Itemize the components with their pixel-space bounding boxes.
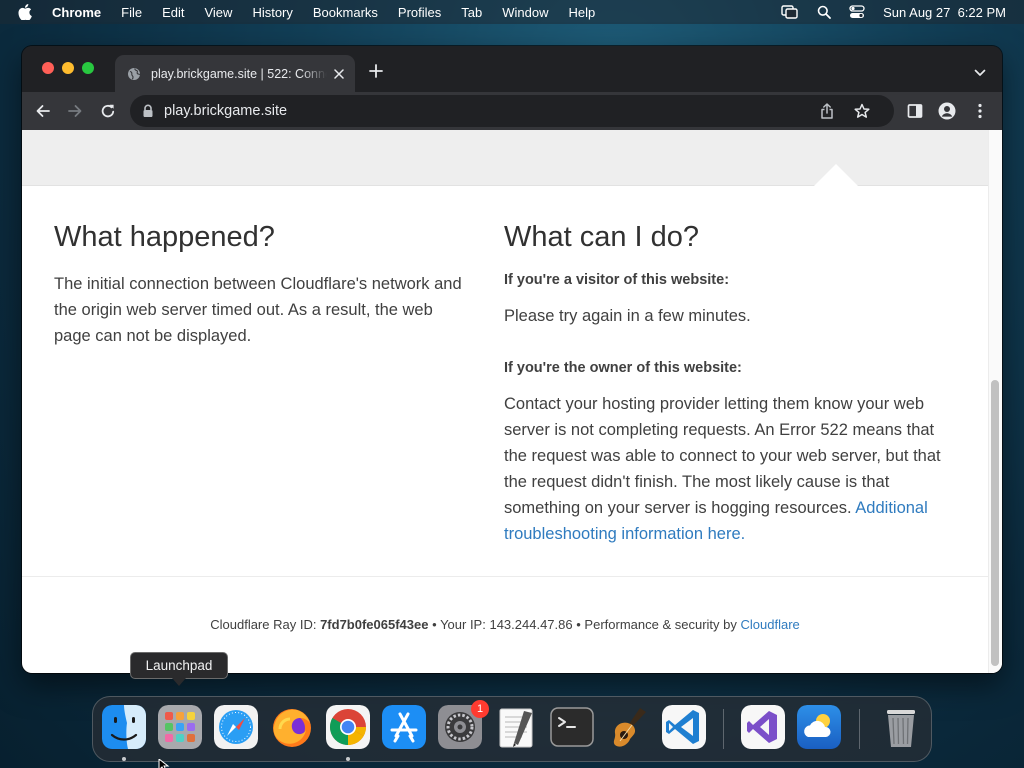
control-center-icon[interactable]	[849, 5, 865, 19]
dock-separator	[723, 709, 724, 749]
what-can-i-do-section: What can I do? If you're a visitor of th…	[504, 220, 944, 547]
ray-id-value: 7fd7b0fe065f43ee	[320, 617, 429, 632]
more-options-icon[interactable]	[971, 102, 989, 120]
finder-running-dot	[122, 757, 126, 761]
owner-text: Contact your hosting provider letting th…	[504, 391, 944, 547]
new-tab-icon[interactable]	[368, 63, 384, 79]
menu-view[interactable]: View	[204, 5, 232, 20]
footer-divider	[22, 576, 988, 577]
firefox-icon[interactable]	[270, 705, 314, 749]
back-icon[interactable]	[34, 102, 52, 120]
menu-bar-status-area: Sun Aug 27 6:22 PM	[781, 0, 1006, 24]
menu-bar: Chrome File Edit View History Bookmarks …	[0, 0, 1024, 24]
footer: Cloudflare Ray ID: 7fd7b0fe065f43ee • Yo…	[22, 617, 988, 632]
what-happened-text: The initial connection between Cloudflar…	[54, 275, 462, 345]
vs-code-icon[interactable]	[662, 705, 706, 749]
dock-separator	[859, 709, 860, 749]
app-store-icon[interactable]	[382, 705, 426, 749]
window-zoom-button[interactable]	[82, 62, 94, 74]
menu-edit[interactable]: Edit	[162, 5, 184, 20]
settings-notification-badge: 1	[471, 700, 489, 718]
finder-icon[interactable]	[102, 705, 146, 749]
menu-history[interactable]: History	[252, 5, 292, 20]
lock-icon[interactable]	[142, 104, 154, 118]
menu-profiles[interactable]: Profiles	[398, 5, 441, 20]
screen-mirroring-icon[interactable]	[781, 5, 799, 19]
performance-label: Performance & security by	[584, 617, 737, 632]
tab-strip: play.brickgame.site | 522: Connection ti…	[22, 46, 1002, 92]
menu-window[interactable]: Window	[502, 5, 548, 20]
menu-bar-clock[interactable]: Sun Aug 27 6:22 PM	[883, 5, 1006, 20]
menu-bookmarks[interactable]: Bookmarks	[313, 5, 378, 20]
bookmark-star-icon[interactable]	[854, 103, 870, 124]
safari-icon[interactable]	[214, 705, 258, 749]
footer-separator: •	[576, 617, 581, 632]
chrome-running-dot	[346, 757, 350, 761]
launchpad-tooltip: Launchpad	[130, 652, 228, 679]
window-minimize-button[interactable]	[62, 62, 74, 74]
tab-active[interactable]: play.brickgame.site | 522: Connection ti…	[115, 55, 355, 92]
launchpad-icon[interactable]	[158, 705, 202, 749]
terminal-icon[interactable]	[550, 705, 594, 749]
menu-app-name[interactable]: Chrome	[52, 5, 101, 20]
apple-menu-icon[interactable]	[18, 4, 36, 20]
weather-icon[interactable]	[797, 705, 841, 749]
side-panel-icon[interactable]	[906, 102, 924, 120]
garageband-icon[interactable]	[606, 705, 650, 749]
visual-studio-icon[interactable]	[741, 705, 785, 749]
cloudflare-link[interactable]: Cloudflare	[741, 617, 800, 632]
ip-label: Your IP:	[440, 617, 486, 632]
spotlight-search-icon[interactable]	[817, 5, 832, 19]
chrome-icon[interactable]	[326, 705, 370, 749]
dock: 1	[92, 696, 932, 762]
ip-value: 143.244.47.86	[489, 617, 573, 632]
textedit-icon[interactable]	[494, 705, 538, 749]
profile-icon[interactable]	[938, 102, 956, 120]
browser-toolbar: play.brickgame.site	[22, 92, 1002, 130]
tooltip-arrow	[172, 678, 186, 686]
menu-file[interactable]: File	[121, 5, 142, 20]
reload-icon[interactable]	[99, 102, 117, 120]
address-bar[interactable]: play.brickgame.site	[130, 95, 894, 127]
close-tab-icon[interactable]	[331, 66, 347, 82]
what-can-i-do-heading: What can I do?	[504, 221, 700, 253]
owner-heading: If you're the owner of this website:	[504, 360, 742, 376]
tab-title: play.brickgame.site | 522: Connection ti…	[151, 66, 327, 81]
ray-id-label: Cloudflare Ray ID:	[210, 617, 317, 632]
menu-help[interactable]: Help	[569, 5, 596, 20]
scrollbar-thumb[interactable]	[991, 380, 999, 666]
what-happened-heading: What happened?	[54, 221, 275, 253]
banner-pointer	[814, 164, 858, 186]
trash-icon[interactable]	[879, 705, 923, 749]
window-close-button[interactable]	[42, 62, 54, 74]
address-url[interactable]: play.brickgame.site	[164, 103, 287, 119]
tab-search-chevron-icon[interactable]	[974, 65, 986, 76]
visitor-heading: If you're a visitor of this website:	[504, 272, 730, 288]
what-happened-section: What happened? The initial connection be…	[54, 220, 474, 349]
menu-tab[interactable]: Tab	[461, 5, 482, 20]
page-content[interactable]: What happened? The initial connection be…	[22, 130, 1002, 673]
globe-icon	[127, 67, 141, 81]
browser-window: play.brickgame.site | 522: Connection ti…	[22, 46, 1002, 673]
forward-icon[interactable]	[66, 102, 84, 120]
share-icon[interactable]	[820, 103, 834, 124]
visitor-text: Please try again in a few minutes.	[504, 307, 751, 325]
mouse-cursor-icon	[158, 757, 170, 768]
footer-separator: •	[432, 617, 437, 632]
